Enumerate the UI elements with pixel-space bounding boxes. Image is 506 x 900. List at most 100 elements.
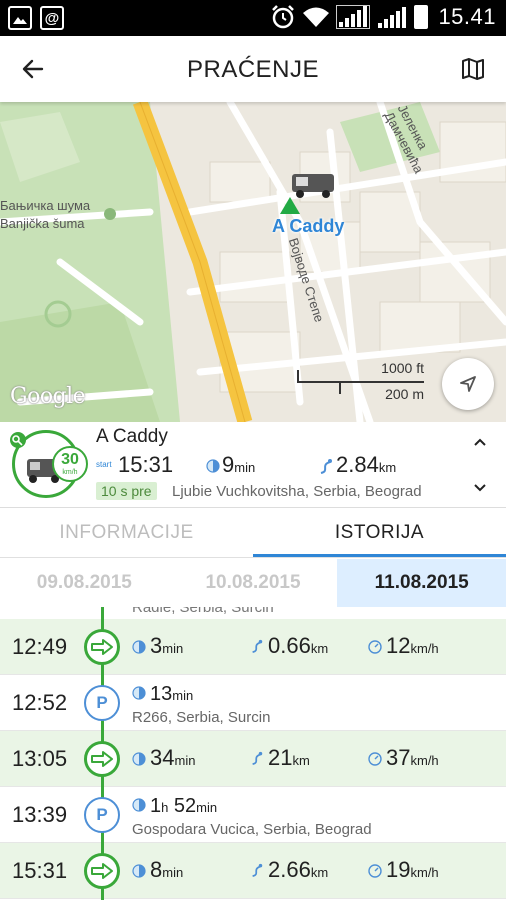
route-icon bbox=[250, 858, 264, 884]
vehicle-info-panel[interactable]: 30 km/h A Caddy start 15:31 9min 2.84km … bbox=[0, 422, 506, 508]
speedometer-icon bbox=[368, 858, 382, 884]
clock-icon bbox=[132, 795, 146, 818]
row-speed-unit: km/h bbox=[410, 753, 439, 768]
at-icon: @ bbox=[40, 6, 64, 30]
scale-m-label: 200 m bbox=[385, 386, 424, 402]
speed-badge: 30 km/h bbox=[52, 446, 88, 482]
date-option[interactable]: 10.08.2015 bbox=[169, 559, 338, 607]
history-row-trip[interactable]: 15:31 8min 2.66km 19km/h bbox=[0, 843, 506, 899]
list-item[interactable]: Radie, Serbia, Surcin bbox=[0, 607, 506, 619]
speedometer-icon bbox=[368, 746, 382, 772]
trip-arrow-icon bbox=[84, 629, 120, 665]
parking-icon: P bbox=[84, 797, 120, 833]
history-row-trip[interactable]: 13:05 34min 21km 37km/h bbox=[0, 731, 506, 787]
clock-icon bbox=[132, 858, 146, 884]
row-duration-value: 34 bbox=[150, 745, 175, 770]
row-duration-unit: min bbox=[162, 641, 184, 656]
history-row-trip[interactable]: 12:49 3min 0.66km 12km/h bbox=[0, 619, 506, 675]
row-address: R266, Serbia, Surcin bbox=[132, 709, 271, 726]
vehicle-map-label[interactable]: A Caddy bbox=[272, 216, 344, 237]
row-time: 12:52 bbox=[12, 690, 68, 715]
map-scale: 1000 ft 200 m bbox=[296, 360, 426, 402]
scale-ft-label: 1000 ft bbox=[381, 360, 424, 376]
signal-icon bbox=[336, 5, 371, 29]
row-speed-value: 37 bbox=[386, 745, 411, 770]
date-option[interactable]: 09.08.2015 bbox=[0, 559, 169, 607]
row-address: Gospodara Vucica, Serbia, Beograd bbox=[132, 821, 372, 838]
history-list[interactable]: Radie, Serbia, Surcin 12:49 3min 0.66km … bbox=[0, 607, 506, 900]
trip-distance-unit: km bbox=[378, 460, 397, 475]
row-time: 13:05 bbox=[12, 746, 68, 771]
row-speed-unit: km/h bbox=[410, 641, 439, 656]
row-duration-value: 3 bbox=[150, 633, 163, 658]
tab-informacije[interactable]: INFORMACIJE bbox=[0, 508, 253, 557]
map-icon bbox=[462, 58, 484, 80]
route-icon bbox=[318, 457, 334, 480]
chevron-up-icon[interactable] bbox=[472, 434, 488, 450]
clock-icon bbox=[132, 683, 146, 706]
row-distance-unit: km bbox=[292, 753, 310, 768]
route-icon bbox=[250, 746, 264, 772]
row-distance: 2.66km bbox=[250, 857, 328, 884]
partial-address: Radie, Serbia, Surcin bbox=[132, 607, 274, 616]
row-duration: 34min bbox=[132, 745, 195, 772]
route-icon bbox=[250, 634, 264, 660]
vehicle-location: Ljubie Vuchkovitsha, Serbia, Beograd bbox=[172, 483, 422, 500]
row-duration: 8min bbox=[132, 857, 183, 884]
map-view[interactable]: Бањичка шума Banjička šuma Војводе Степе… bbox=[0, 102, 506, 422]
row-duration-unit: min bbox=[162, 865, 184, 880]
date-option-selected[interactable]: 11.08.2015 bbox=[337, 559, 506, 607]
map-label-park-cyrillic: Бањичка шума bbox=[0, 198, 91, 213]
row-speed: 37km/h bbox=[368, 745, 439, 772]
my-location-button[interactable] bbox=[442, 358, 494, 410]
row-duration-hours-unit: h bbox=[161, 800, 169, 815]
tab-istorija[interactable]: ISTORIJA bbox=[253, 508, 506, 557]
date-selector: 09.08.2015 10.08.2015 11.08.2015 bbox=[0, 559, 506, 607]
row-duration-unit: min bbox=[196, 800, 218, 815]
row-time: 15:31 bbox=[12, 858, 68, 883]
trip-duration: 9min bbox=[222, 452, 255, 478]
row-distance-unit: km bbox=[310, 641, 329, 656]
row-speed: 19km/h bbox=[368, 857, 439, 884]
wifi-icon bbox=[302, 6, 330, 28]
row-duration: 3min bbox=[132, 633, 183, 660]
row-distance: 0.66km bbox=[250, 633, 328, 660]
row-speed-value: 12 bbox=[386, 633, 411, 658]
trip-distance-value: 2.84 bbox=[336, 452, 379, 477]
row-time: 12:49 bbox=[12, 634, 68, 659]
chevron-down-icon[interactable] bbox=[472, 480, 488, 496]
start-time: 15:31 bbox=[118, 452, 174, 477]
image-icon bbox=[8, 6, 32, 30]
row-duration-value: 13 bbox=[150, 683, 173, 705]
key-icon bbox=[10, 432, 26, 448]
speedometer-icon bbox=[368, 634, 382, 660]
battery-icon bbox=[414, 5, 429, 29]
status-bar: @ 15.41 bbox=[0, 0, 506, 36]
row-distance: 21km bbox=[250, 745, 310, 772]
row-distance-value: 0.66 bbox=[268, 633, 311, 658]
row-speed-unit: km/h bbox=[410, 865, 439, 880]
page-title: PRAĆENJE bbox=[186, 56, 320, 83]
trip-duration-unit: min bbox=[234, 460, 256, 475]
start-tag: start bbox=[96, 460, 112, 469]
last-update-badge: 10 s pre bbox=[96, 482, 157, 500]
row-duration-unit: min bbox=[174, 753, 196, 768]
signal-icon-2 bbox=[376, 5, 408, 29]
map-view-button[interactable] bbox=[458, 54, 488, 84]
trip-duration-value: 9 bbox=[222, 452, 235, 477]
row-speed-value: 19 bbox=[386, 857, 411, 882]
clock-icon bbox=[206, 459, 220, 478]
trip-arrow-icon bbox=[84, 741, 120, 777]
status-time: 15.41 bbox=[438, 4, 496, 29]
clock-icon bbox=[132, 746, 146, 772]
row-speed: 12km/h bbox=[368, 633, 439, 660]
history-row-stop[interactable]: 12:52 P 13min R266, Serbia, Surcin bbox=[0, 675, 506, 731]
row-duration: 13min bbox=[132, 683, 193, 706]
navigation-arrow-icon bbox=[460, 376, 476, 392]
row-duration: 1h 52min bbox=[132, 795, 217, 818]
vehicle-name: A Caddy bbox=[96, 426, 168, 447]
clock-icon bbox=[132, 634, 146, 660]
history-row-stop[interactable]: 13:39 P 1h 52min Gospodara Vucica, Serbi… bbox=[0, 787, 506, 843]
map-label-park-latin: Banjička šuma bbox=[0, 216, 85, 231]
row-duration-value: 52 bbox=[173, 795, 197, 817]
